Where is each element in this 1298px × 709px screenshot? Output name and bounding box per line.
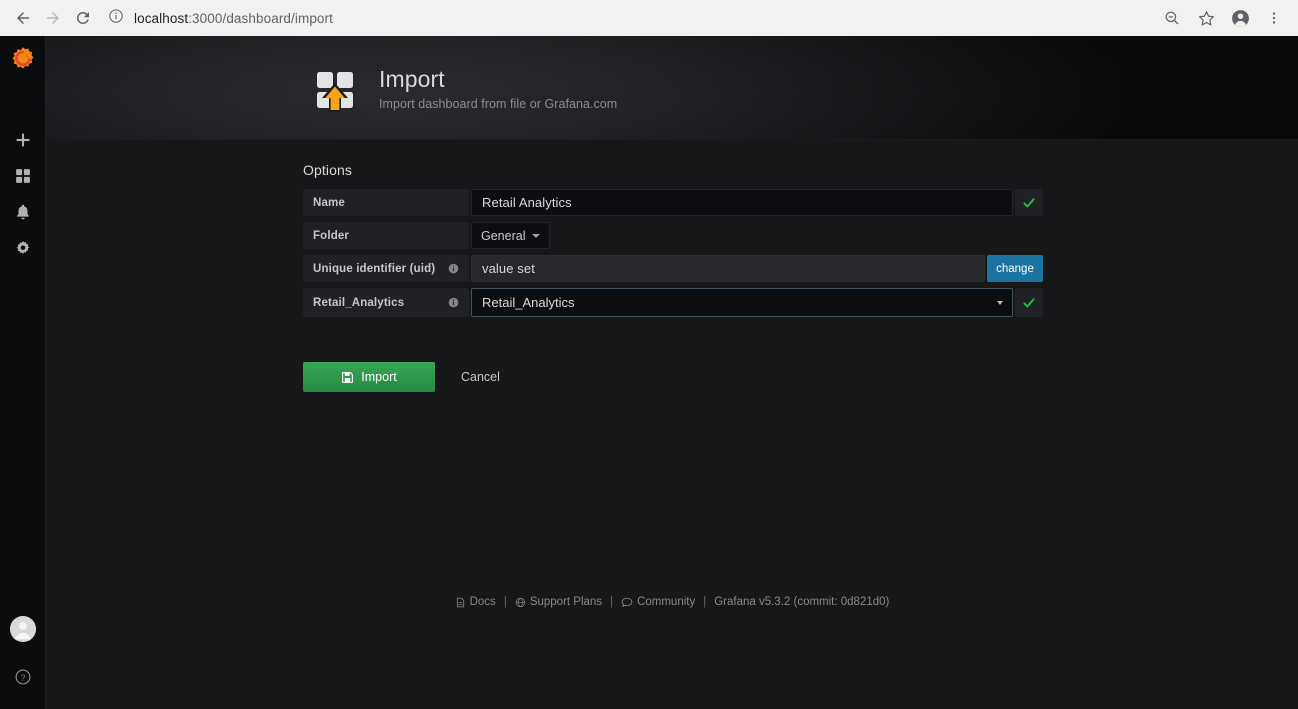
datasource-valid-indicator <box>1015 288 1043 317</box>
uid-input-value: value set <box>482 261 535 276</box>
options-section-title: Options <box>303 162 352 178</box>
back-arrow-icon <box>17 12 29 24</box>
avatar-icon <box>9 616 36 642</box>
form-row-folder: Folder General <box>303 222 1043 249</box>
address-bar[interactable]: localhost:3000/dashboard/import <box>108 5 1156 31</box>
sidebar-item-configuration[interactable] <box>0 230 46 266</box>
info-icon[interactable] <box>448 297 459 308</box>
search-zoom-icon <box>1165 11 1179 25</box>
forward-arrow-icon <box>47 12 59 24</box>
import-dashboard-icon <box>311 67 359 115</box>
gear-icon <box>16 240 29 255</box>
import-options-form: Options Name Retail Analytics Folder Gen… <box>303 162 1043 392</box>
datasource-select[interactable]: Retail_Analytics <box>471 288 1013 317</box>
star-icon <box>1198 10 1214 25</box>
footer-docs-label: Docs <box>469 596 496 608</box>
form-row-name: Name Retail Analytics <box>303 189 1043 216</box>
form-row-uid: Unique identifier (uid) value set change <box>303 255 1043 282</box>
sidebar-item-help[interactable]: ? <box>0 659 46 695</box>
save-floppy-icon <box>342 371 354 383</box>
form-row-datasource: Retail_Analytics Retail_Analytics <box>303 288 1043 317</box>
sidebar-item-dashboards[interactable] <box>0 158 46 194</box>
label-folder-text: Folder <box>313 229 350 242</box>
url-host: localhost <box>134 10 189 26</box>
browser-menu-button[interactable] <box>1258 2 1290 34</box>
footer-version: Grafana v5.3.2 (commit: 0d821d0) <box>714 596 890 608</box>
kebab-menu-icon <box>1272 12 1276 24</box>
site-info-icon[interactable] <box>108 8 124 29</box>
checkmark-icon <box>1023 197 1035 207</box>
label-uid-text: Unique identifier (uid) <box>313 262 436 275</box>
question-circle-icon: ? <box>15 669 30 685</box>
label-uid: Unique identifier (uid) <box>303 255 469 282</box>
name-input[interactable]: Retail Analytics <box>471 189 1013 216</box>
footer-separator: | <box>610 596 614 608</box>
reload-button[interactable] <box>68 3 98 33</box>
uid-input: value set <box>471 255 985 282</box>
url-path: :3000/dashboard/import <box>188 10 333 26</box>
bell-icon <box>16 204 29 220</box>
footer-community-label: Community <box>637 596 696 608</box>
label-folder: Folder <box>303 222 469 249</box>
folder-dropdown-value: General <box>481 228 526 243</box>
page-title: Import <box>379 66 445 92</box>
zoom-button[interactable] <box>1156 2 1188 34</box>
import-button-label: Import <box>361 370 397 384</box>
browser-toolbar: localhost:3000/dashboard/import <box>0 0 1298 36</box>
uid-change-button[interactable]: change <box>987 255 1043 282</box>
checkmark-icon <box>1023 297 1035 307</box>
chevron-down-icon <box>997 300 1003 305</box>
label-name-text: Name <box>313 196 345 209</box>
profile-button[interactable] <box>1224 2 1256 34</box>
footer-link-support-plans[interactable]: Support Plans <box>515 596 602 608</box>
bookmark-button[interactable] <box>1190 2 1222 34</box>
comment-icon <box>621 597 633 607</box>
browser-actions <box>1156 2 1290 34</box>
label-datasource: Retail_Analytics <box>303 288 469 317</box>
page-header: Import Import dashboard from file or Gra… <box>46 36 1298 140</box>
chevron-down-icon <box>532 233 541 238</box>
main-sidebar: ? <box>0 36 46 709</box>
name-input-value: Retail Analytics <box>482 195 572 210</box>
datasource-select-value: Retail_Analytics <box>482 295 575 310</box>
svg-text:?: ? <box>20 673 25 682</box>
name-valid-indicator <box>1015 189 1043 216</box>
account-avatar-icon <box>1231 9 1249 27</box>
sidebar-bottom-group: ? <box>0 611 46 709</box>
globe-icon <box>515 597 525 607</box>
footer-link-docs[interactable]: Docs <box>455 596 496 608</box>
back-button[interactable] <box>8 3 38 33</box>
footer-link-community[interactable]: Community <box>621 596 695 608</box>
grafana-logo-button[interactable] <box>0 36 46 82</box>
grafana-logo-icon <box>12 47 33 69</box>
footer-separator: | <box>503 596 507 608</box>
folder-dropdown[interactable]: General <box>471 222 551 249</box>
footer-separator: | <box>703 596 707 608</box>
footer-support-label: Support Plans <box>529 596 603 608</box>
address-bar-text: localhost:3000/dashboard/import <box>134 11 333 26</box>
page-footer: Docs | Support Plans | Community | Grafa… <box>46 596 1298 608</box>
info-icon[interactable] <box>448 263 459 274</box>
forward-button[interactable] <box>38 3 68 33</box>
sidebar-item-user-profile[interactable] <box>0 611 46 647</box>
form-actions: Import Cancel <box>303 362 1043 392</box>
page-subtitle: Import dashboard from file or Grafana.co… <box>379 97 618 112</box>
reload-icon <box>76 11 89 24</box>
sidebar-item-alerting[interactable] <box>0 194 46 230</box>
document-icon <box>456 597 464 607</box>
grid-squares-icon <box>15 169 30 183</box>
cancel-button[interactable]: Cancel <box>461 370 500 384</box>
main-content: Options Name Retail Analytics Folder Gen… <box>46 140 1298 709</box>
label-name: Name <box>303 189 469 216</box>
import-button[interactable]: Import <box>303 362 435 392</box>
sidebar-item-create[interactable] <box>0 122 46 158</box>
plus-icon <box>16 133 29 147</box>
label-datasource-text: Retail_Analytics <box>313 296 405 309</box>
